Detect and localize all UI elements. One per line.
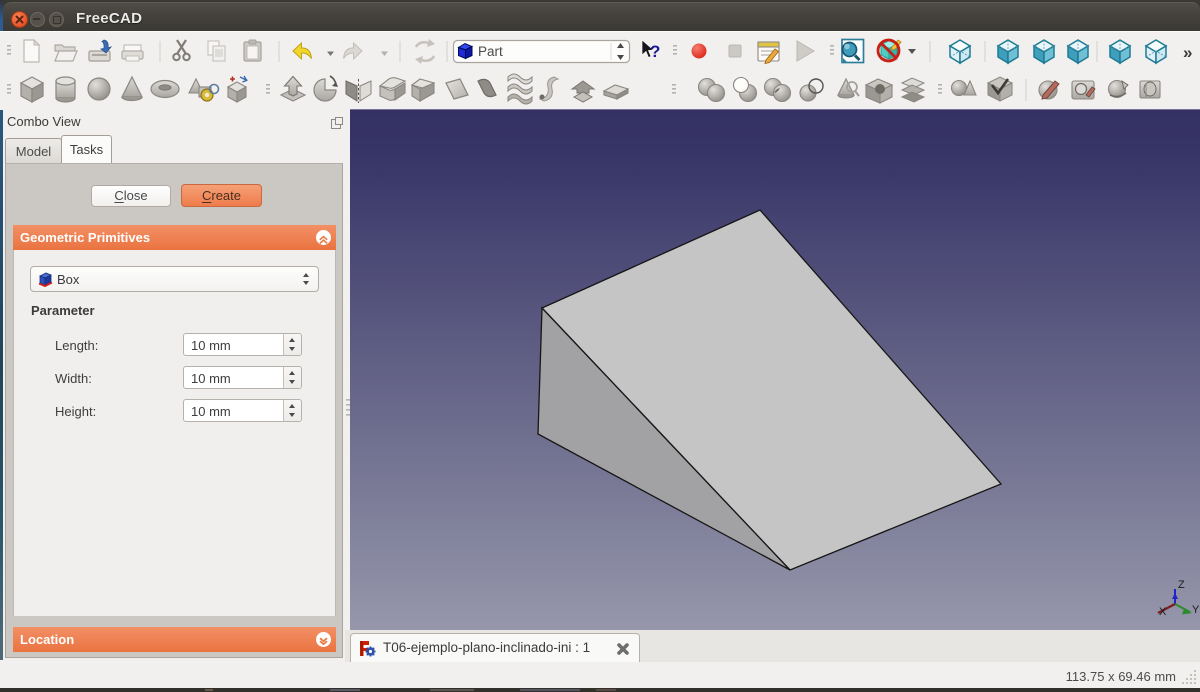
svg-text:Y: Y bbox=[1192, 604, 1200, 616]
svg-text:Z: Z bbox=[1178, 579, 1185, 591]
svg-text:»: » bbox=[1183, 43, 1192, 62]
svg-text:Part: Part bbox=[478, 44, 503, 59]
svg-text:X: X bbox=[1159, 606, 1167, 618]
svg-text:?: ? bbox=[650, 42, 660, 61]
